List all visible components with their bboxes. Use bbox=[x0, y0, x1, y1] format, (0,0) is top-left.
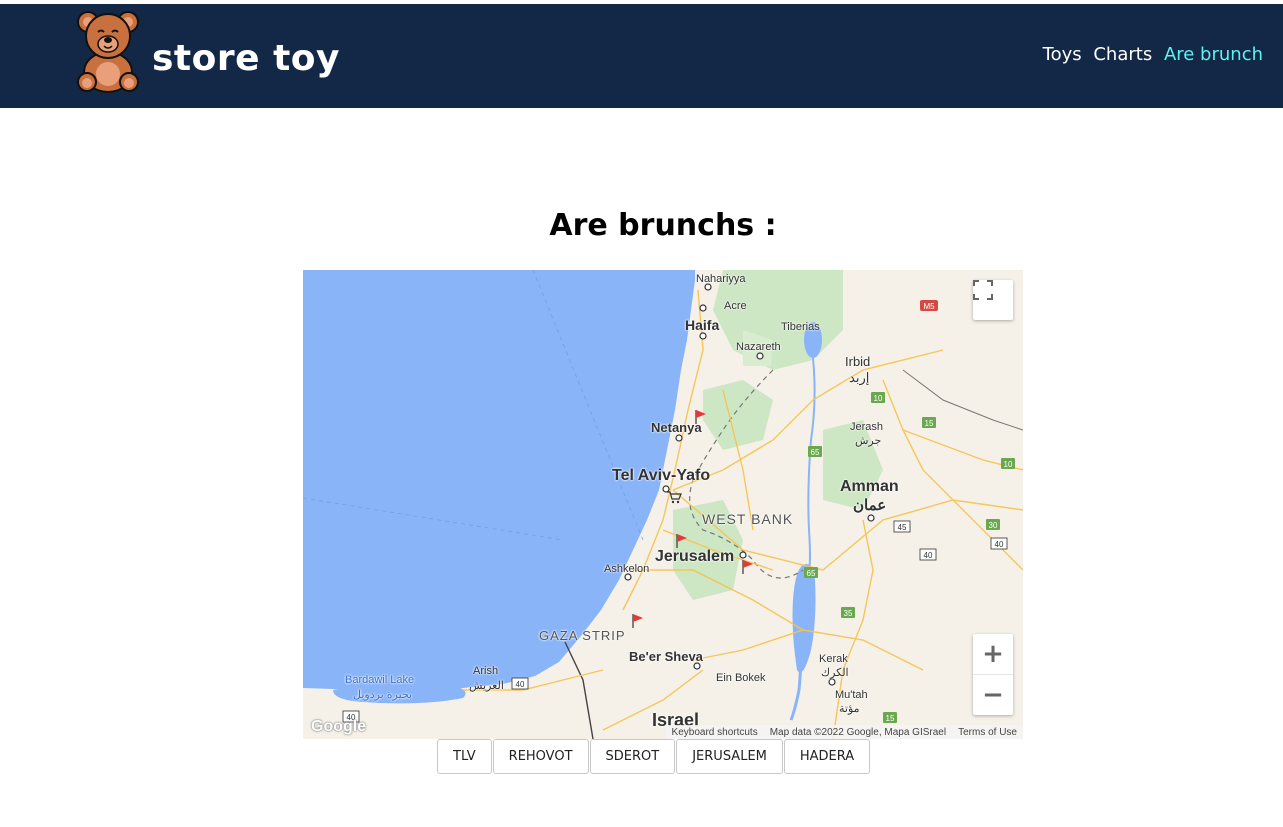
label-tiberias: Tiberias bbox=[781, 321, 820, 333]
label-kerak-ar: الكرك bbox=[821, 667, 849, 679]
branch-button-sderot[interactable]: SDEROT bbox=[589, 739, 676, 774]
zoom-in-button[interactable]: + bbox=[973, 635, 1013, 675]
site-header: store toy Toys Charts Are brunch bbox=[0, 4, 1283, 108]
label-amman-ar: عمان bbox=[853, 497, 887, 514]
branch-map[interactable]: M5 10 15 10 65 45 30 40 40 65 35 15 40 4… bbox=[303, 270, 1023, 739]
map-data-text: Map data ©2022 Google, Mapa GISrael bbox=[769, 726, 947, 738]
svg-text:65: 65 bbox=[807, 569, 816, 578]
branch-button-hadera[interactable]: HADERA bbox=[783, 739, 871, 774]
label-bardawil: Bardawil Lake bbox=[345, 674, 415, 686]
label-jerash-ar: جرش bbox=[855, 435, 882, 447]
label-kerak: Kerak bbox=[819, 653, 848, 665]
label-nazareth: Nazareth bbox=[736, 341, 781, 353]
svg-text:10: 10 bbox=[1004, 460, 1013, 469]
zoom-out-button[interactable]: − bbox=[973, 675, 1013, 715]
label-west-bank: WEST BANK bbox=[702, 511, 794, 527]
svg-text:10: 10 bbox=[874, 394, 883, 403]
label-beer-sheva: Be'er Sheva bbox=[629, 649, 703, 664]
label-tel-aviv: Tel Aviv-Yafo bbox=[612, 467, 711, 484]
label-mutah: Mu'tah bbox=[835, 689, 868, 701]
page-title: Are brunchs : bbox=[549, 208, 777, 243]
svg-text:40: 40 bbox=[924, 551, 933, 560]
keyboard-shortcuts-link[interactable]: Keyboard shortcuts bbox=[672, 727, 758, 738]
map-attribution: Keyboard shortcuts Map data ©2022 Google… bbox=[665, 725, 1023, 739]
teddy-bear-logo[interactable] bbox=[74, 8, 142, 94]
fullscreen-button[interactable] bbox=[973, 280, 1013, 320]
label-haifa: Haifa bbox=[685, 317, 720, 333]
branch-button-tlv[interactable]: TLV bbox=[437, 739, 492, 774]
map-canvas: M5 10 15 10 65 45 30 40 40 65 35 15 40 4… bbox=[303, 270, 1023, 739]
label-jerash: Jerash bbox=[850, 421, 884, 433]
svg-text:15: 15 bbox=[925, 419, 934, 428]
shield-m5: M5 bbox=[923, 302, 935, 311]
main-nav: Toys Charts Are brunch bbox=[1037, 44, 1263, 65]
svg-text:15: 15 bbox=[886, 714, 895, 723]
zoom-control: + − bbox=[973, 634, 1013, 715]
svg-text:35: 35 bbox=[844, 609, 853, 618]
label-jerusalem: Jerusalem bbox=[655, 548, 735, 565]
branch-button-rehovot[interactable]: REHOVOT bbox=[492, 739, 589, 774]
label-ein-bokek: Ein Bokek bbox=[716, 672, 766, 684]
fullscreen-icon bbox=[973, 280, 993, 300]
label-amman: Amman bbox=[840, 478, 899, 495]
nav-item-are-brunch[interactable]: Are brunch bbox=[1164, 44, 1263, 65]
label-mutah-ar: مؤتة bbox=[839, 703, 860, 715]
google-logo[interactable]: Google bbox=[311, 718, 366, 736]
label-irbid-ar: إربد bbox=[849, 370, 870, 385]
label-arish: Arish bbox=[473, 665, 499, 677]
branch-button-jerusalem[interactable]: JERUSALEM bbox=[676, 739, 783, 774]
terms-link[interactable]: Terms of Use bbox=[958, 727, 1017, 738]
label-arish-ar: العريش bbox=[469, 680, 504, 692]
label-netanya: Netanya bbox=[651, 420, 702, 435]
nav-item-charts[interactable]: Charts bbox=[1093, 44, 1152, 65]
svg-text:65: 65 bbox=[811, 448, 820, 457]
label-irbid: Irbid bbox=[845, 354, 871, 369]
svg-text:30: 30 bbox=[989, 521, 998, 530]
label-acre: Acre bbox=[724, 300, 747, 312]
svg-text:40: 40 bbox=[516, 680, 525, 689]
label-gaza-strip: GAZA STRIP bbox=[539, 628, 626, 643]
svg-text:40: 40 bbox=[995, 540, 1004, 549]
branch-buttons: TLV REHOVOT SDEROT JERUSALEM HADERA bbox=[437, 739, 871, 774]
label-nahariyya: Nahariyya bbox=[696, 273, 746, 285]
svg-text:45: 45 bbox=[898, 523, 907, 532]
nav-item-toys[interactable]: Toys bbox=[1043, 44, 1082, 65]
label-ashkelon: Ashkelon bbox=[604, 563, 650, 575]
brand-title[interactable]: store toy bbox=[152, 38, 340, 79]
label-bardawil-ar: بحيرة بردويل bbox=[353, 689, 413, 701]
